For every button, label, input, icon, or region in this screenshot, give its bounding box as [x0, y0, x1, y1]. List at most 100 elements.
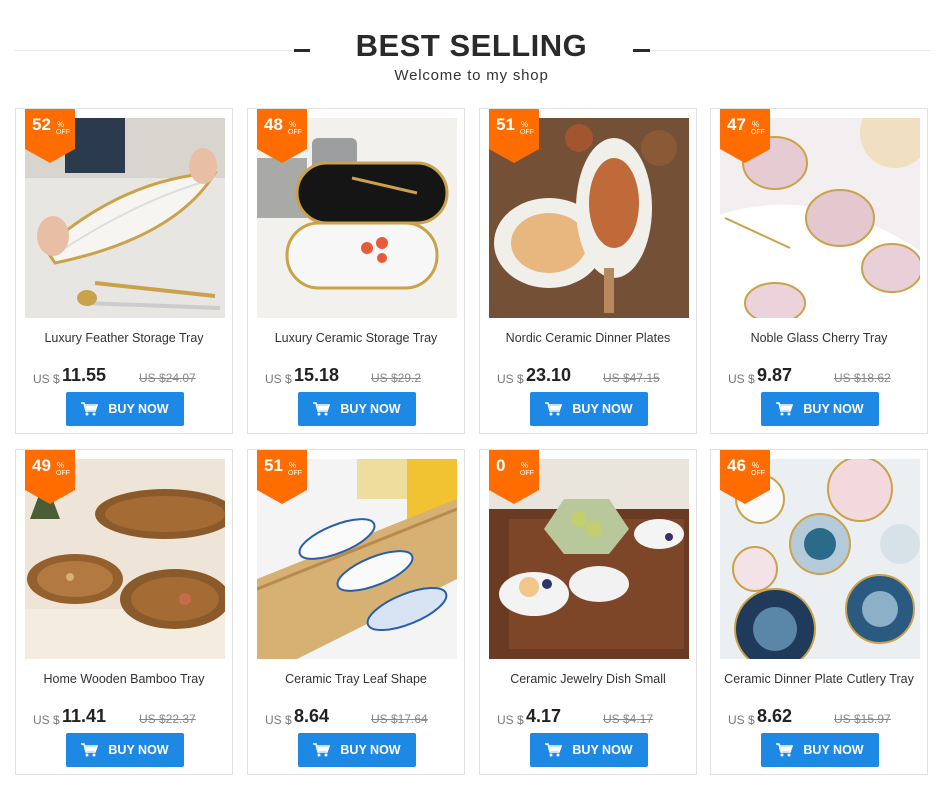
price-row: US $ 9.87 US $18.62: [728, 365, 918, 389]
cart-icon: [545, 402, 563, 416]
discount-value: 48: [264, 115, 283, 134]
price-row: US $ 4.17 US $4.17: [497, 706, 687, 730]
cart-icon: [545, 743, 563, 757]
buy-now-label: BUY NOW: [108, 743, 169, 757]
discount-percent-sign: %: [289, 461, 297, 470]
original-price: US $17.64: [371, 712, 428, 726]
cart-icon: [313, 743, 331, 757]
discount-badge: 52 % OFF: [25, 109, 75, 163]
currency-label: US $: [265, 713, 292, 727]
discount-off-label: OFF: [288, 129, 302, 136]
currency-label: US $: [33, 713, 60, 727]
product-name[interactable]: Ceramic Dinner Plate Cutlery Tray: [713, 672, 925, 686]
buy-now-label: BUY NOW: [803, 743, 864, 757]
discount-badge: 48 % OFF: [257, 109, 307, 163]
sale-price: 23.10: [526, 365, 572, 385]
sale-price: 11.41: [62, 706, 107, 726]
sale-price: 9.87: [757, 365, 793, 385]
discount-value: 51: [496, 115, 515, 134]
cart-icon: [81, 402, 99, 416]
price-row: US $ 15.18 US $29.2: [265, 365, 455, 389]
discount-off-label: OFF: [520, 129, 534, 136]
buy-now-button[interactable]: BUY NOW: [530, 392, 648, 426]
product-card[interactable]: 52 % OFF Luxury Feather Storage Tray US …: [15, 108, 233, 434]
discount-percent-sign: %: [57, 120, 65, 129]
product-card[interactable]: 0 % OFF Ceramic Jewelry Dish Small US $ …: [479, 449, 697, 775]
discount-percent-sign: %: [57, 461, 65, 470]
product-name[interactable]: Noble Glass Cherry Tray: [713, 331, 925, 345]
buy-now-button[interactable]: BUY NOW: [66, 733, 184, 767]
buy-now-button[interactable]: BUY NOW: [530, 733, 648, 767]
original-price: US $4.17: [603, 712, 654, 726]
original-price: US $15.97: [834, 712, 891, 726]
discount-off-label: OFF: [751, 470, 765, 477]
product-name[interactable]: Ceramic Tray Leaf Shape: [250, 672, 462, 686]
buy-now-label: BUY NOW: [803, 402, 864, 416]
price-row: US $ 8.64 US $17.64: [265, 706, 455, 730]
discount-off-label: OFF: [751, 129, 765, 136]
discount-off-label: OFF: [520, 470, 534, 477]
discount-badge: 0 % OFF: [489, 450, 539, 504]
buy-now-label: BUY NOW: [572, 743, 633, 757]
currency-label: US $: [497, 372, 524, 386]
discount-off-label: OFF: [56, 470, 70, 477]
buy-now-label: BUY NOW: [108, 402, 169, 416]
section-title: BEST SELLING: [309, 26, 634, 66]
original-price: US $18.62: [834, 371, 891, 385]
buy-now-button[interactable]: BUY NOW: [298, 733, 416, 767]
buy-now-label: BUY NOW: [340, 402, 401, 416]
discount-value: 51: [264, 456, 283, 475]
product-name[interactable]: Luxury Ceramic Storage Tray: [250, 331, 462, 345]
product-card[interactable]: 49 % OFF Home Wooden Bamboo Tray US $ 11…: [15, 449, 233, 775]
discount-badge: 46 % OFF: [720, 450, 770, 504]
original-price: US $24.07: [139, 371, 196, 385]
cart-icon: [81, 743, 99, 757]
original-price: US $22.37: [139, 712, 196, 726]
discount-percent-sign: %: [752, 461, 760, 470]
product-card[interactable]: 51 % OFF Nordic Ceramic Dinner Plates US…: [479, 108, 697, 434]
buy-now-button[interactable]: BUY NOW: [761, 392, 879, 426]
currency-label: US $: [497, 713, 524, 727]
discount-value: 46: [727, 456, 746, 475]
discount-percent-sign: %: [289, 120, 297, 129]
discount-badge: 49 % OFF: [25, 450, 75, 504]
product-card[interactable]: 48 % OFF Luxury Ceramic Storage Tray US …: [247, 108, 465, 434]
discount-off-label: OFF: [56, 129, 70, 136]
currency-label: US $: [265, 372, 292, 386]
discount-badge: 47 % OFF: [720, 109, 770, 163]
discount-value: 0: [496, 456, 506, 475]
discount-value: 52: [32, 115, 51, 134]
price-row: US $ 11.55 US $24.07: [33, 365, 223, 389]
product-name[interactable]: Home Wooden Bamboo Tray: [18, 672, 230, 686]
discount-percent-sign: %: [521, 120, 529, 129]
buy-now-button[interactable]: BUY NOW: [298, 392, 416, 426]
product-name[interactable]: Nordic Ceramic Dinner Plates: [482, 331, 694, 345]
price-row: US $ 8.62 US $15.97: [728, 706, 918, 730]
sale-price: 11.55: [62, 365, 107, 385]
product-card[interactable]: 47 % OFF Noble Glass Cherry Tray US $ 9.…: [710, 108, 928, 434]
original-price: US $29.2: [371, 371, 422, 385]
cart-icon: [776, 743, 794, 757]
discount-value: 47: [727, 115, 746, 134]
currency-label: US $: [33, 372, 60, 386]
product-card[interactable]: 46 % OFF Ceramic Dinner Plate Cutlery Tr…: [710, 449, 928, 775]
buy-now-button[interactable]: BUY NOW: [761, 733, 879, 767]
discount-percent-sign: %: [752, 120, 760, 129]
buy-now-label: BUY NOW: [572, 402, 633, 416]
sale-price: 8.62: [757, 706, 793, 726]
section-subtitle: Welcome to my shop: [394, 67, 549, 84]
discount-badge: 51 % OFF: [257, 450, 307, 504]
product-card[interactable]: 51 % OFF Ceramic Tray Leaf Shape US $ 8.…: [247, 449, 465, 775]
discount-value: 49: [32, 456, 51, 475]
buy-now-button[interactable]: BUY NOW: [66, 392, 184, 426]
original-price: US $47.15: [603, 371, 660, 385]
discount-percent-sign: %: [521, 461, 529, 470]
discount-off-label: OFF: [288, 470, 302, 477]
sale-price: 8.64: [294, 706, 330, 726]
section-header: BEST SELLING Welcome to my shop: [0, 0, 943, 100]
currency-label: US $: [728, 372, 755, 386]
product-name[interactable]: Ceramic Jewelry Dish Small: [482, 672, 694, 686]
price-row: US $ 11.41 US $22.37: [33, 706, 223, 730]
discount-badge: 51 % OFF: [489, 109, 539, 163]
product-name[interactable]: Luxury Feather Storage Tray: [18, 331, 230, 345]
